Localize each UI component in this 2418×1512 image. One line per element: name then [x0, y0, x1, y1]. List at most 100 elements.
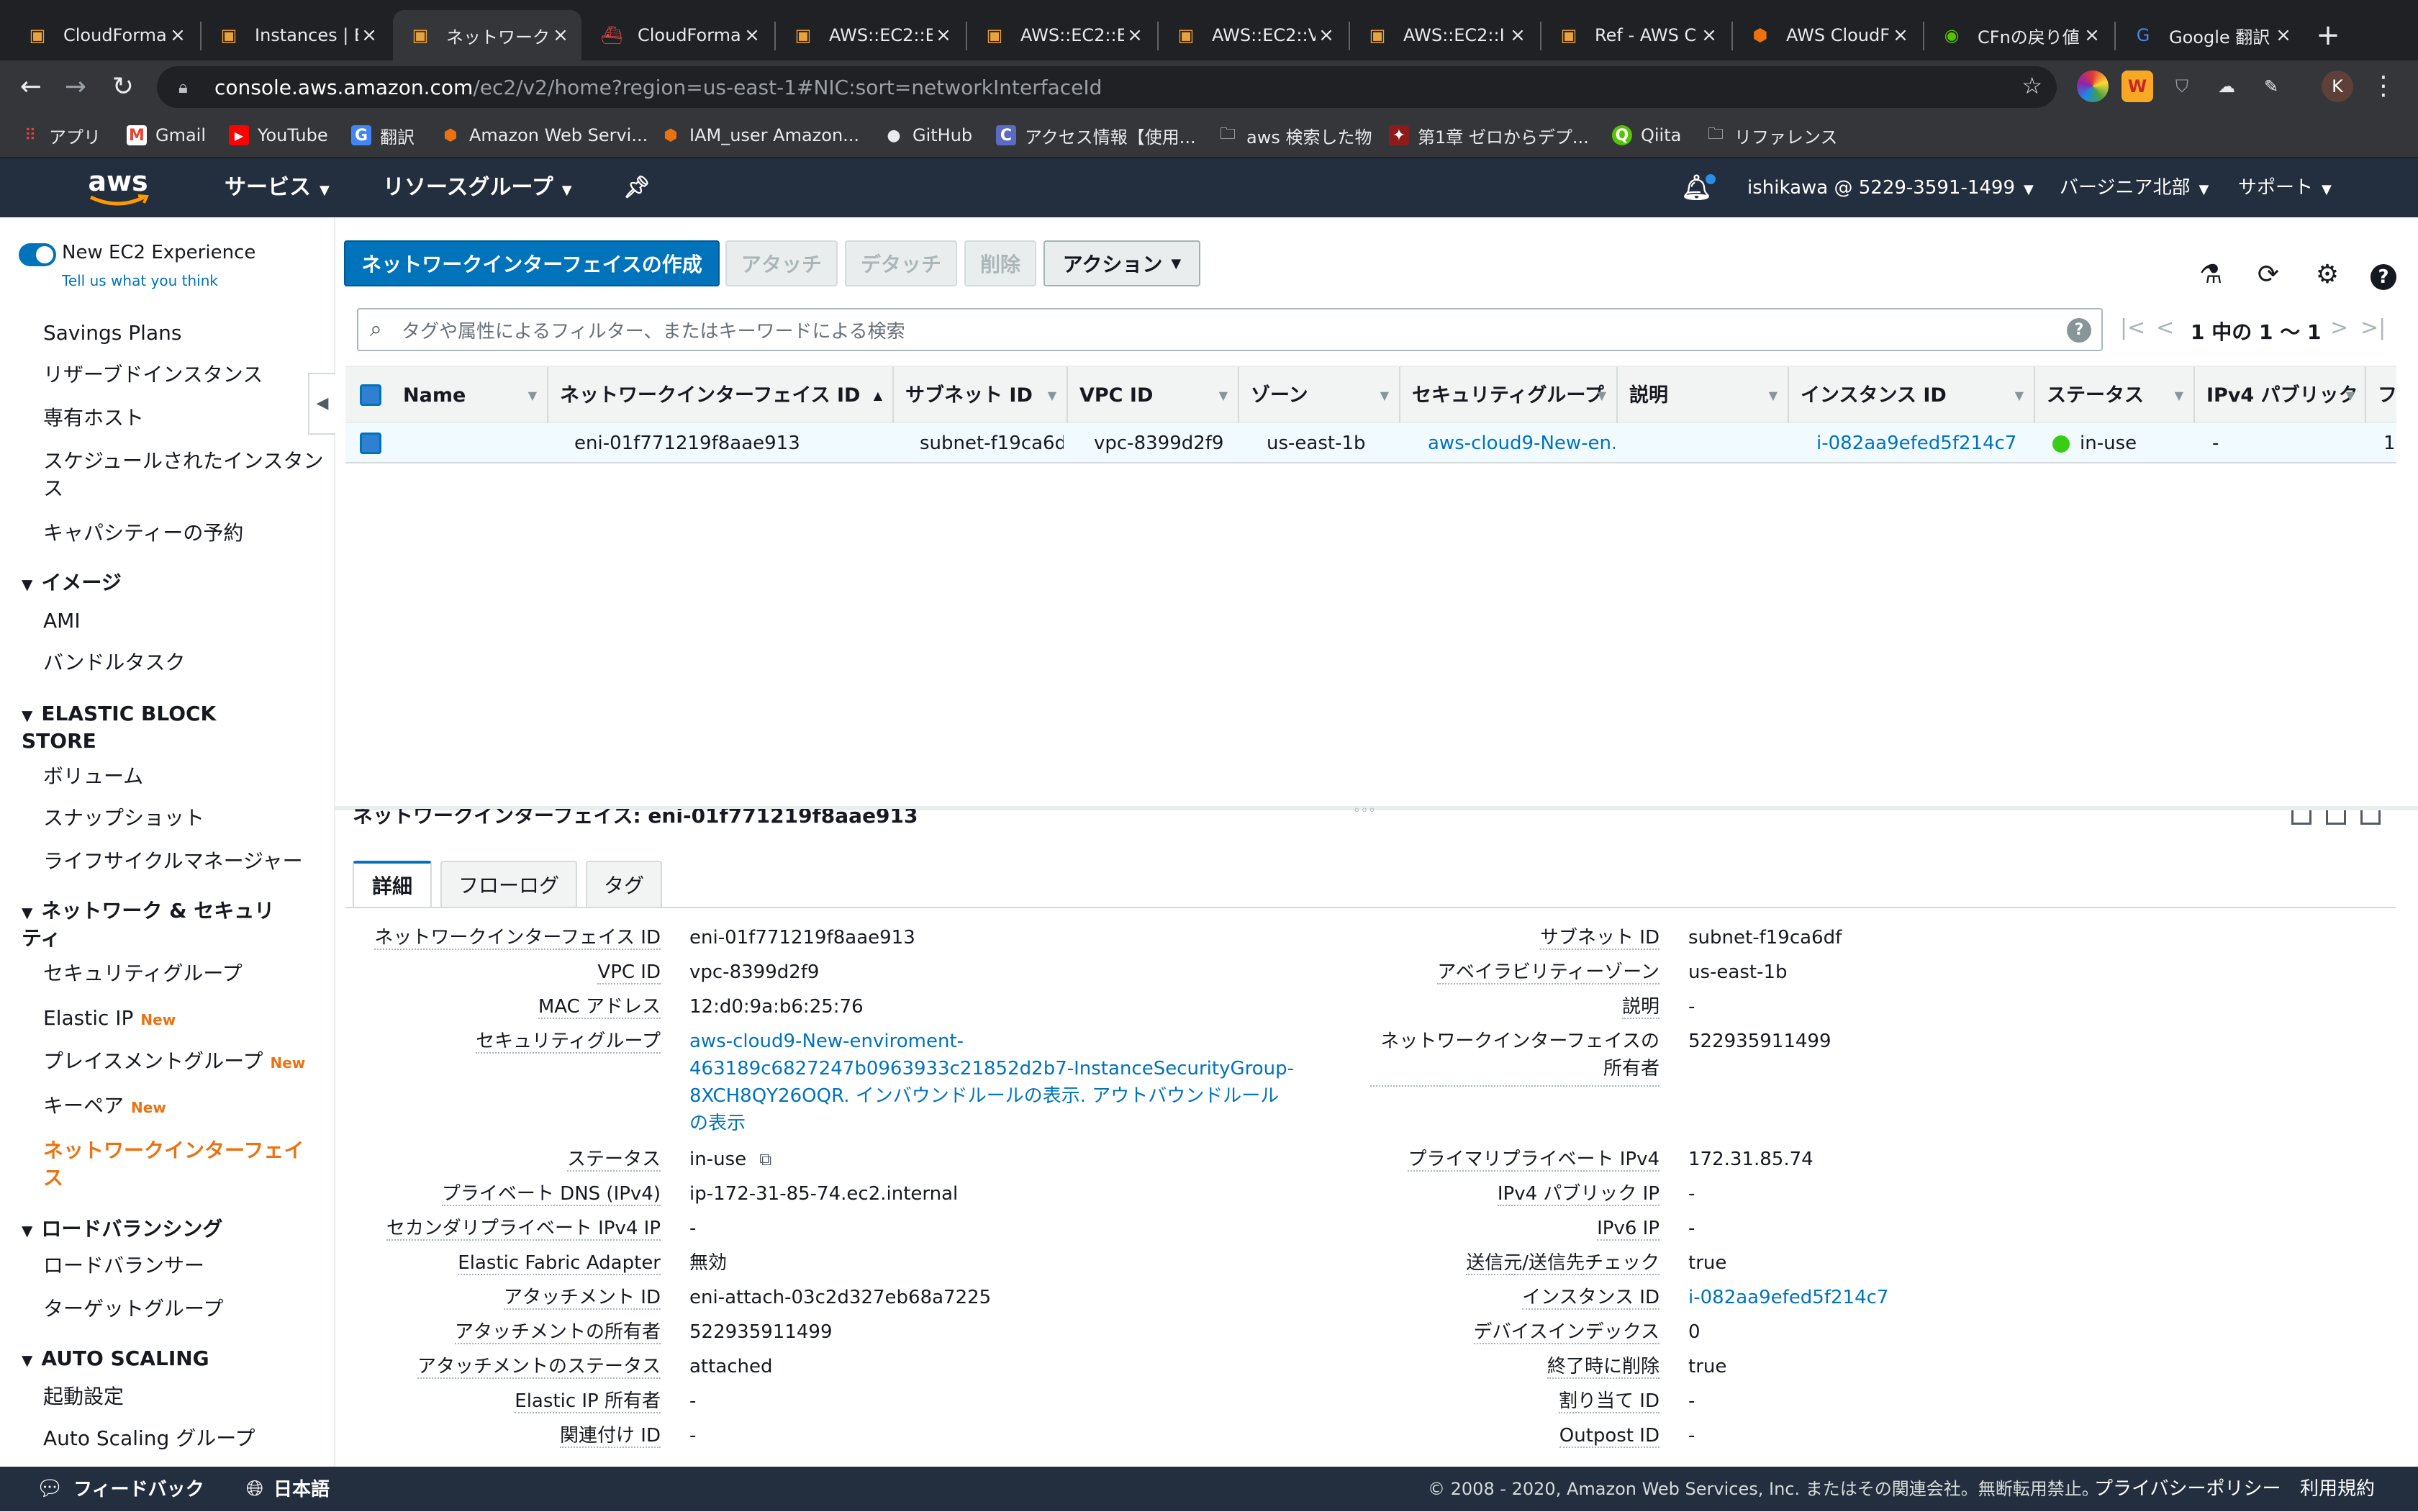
- actions-button[interactable]: アクション ▼: [1043, 240, 1200, 286]
- close-icon[interactable]: ×: [167, 24, 189, 46]
- cell-instance-id-link[interactable]: i-082aa9efed5f214c7: [1816, 423, 2032, 463]
- support-menu[interactable]: サポート ▼: [2238, 158, 2332, 217]
- bookmark-chapter1[interactable]: ✦ 第1章 ゼロからデプ...: [1389, 121, 1589, 150]
- pen-icon[interactable]: ✎: [2255, 71, 2287, 102]
- last-page-icon[interactable]: >|: [2360, 315, 2386, 340]
- bookmark-translate[interactable]: G 翻訳: [351, 121, 415, 150]
- bookmark-folder[interactable]: 🗀 aws 検索した物: [1218, 121, 1372, 150]
- close-icon[interactable]: ×: [2273, 24, 2294, 46]
- prev-page-icon[interactable]: <: [2156, 315, 2174, 340]
- reload-icon[interactable]: ↻: [105, 69, 141, 105]
- close-icon[interactable]: ×: [2081, 24, 2103, 46]
- attach-button[interactable]: アタッチ: [725, 240, 838, 286]
- column-header-ipv4-public[interactable]: IPv4 パブリック ▼: [2196, 367, 2366, 425]
- sidebar-item-elastic-ip[interactable]: Elastic IP New: [43, 1005, 324, 1033]
- column-header-eni-id[interactable]: ネットワークインターフェイス ID ▲: [550, 367, 894, 425]
- select-all-checkbox[interactable]: [360, 384, 381, 406]
- sidebar-section-network-security[interactable]: ▼ ネットワーク & セキュリティ: [22, 898, 281, 951]
- column-header-truncated[interactable]: フ: [2368, 367, 2396, 425]
- cell-security-group-link[interactable]: aws-cloud9-New-en...: [1428, 423, 1615, 463]
- tab-details[interactable]: 詳細: [353, 861, 432, 907]
- panel-minimize-icon[interactable]: [2291, 810, 2311, 825]
- feedback-button[interactable]: 💬︎ フィードバック: [36, 1467, 204, 1511]
- browser-tab[interactable]: ⛴ CloudForma ×: [584, 10, 773, 60]
- value-security-group-line2[interactable]: 463189c6827247b0963933c21852d2b7-Instanc…: [689, 1055, 1294, 1082]
- language-selector[interactable]: 🌐︎ 日本語: [246, 1467, 330, 1511]
- sidebar-section-images[interactable]: ▼ イメージ: [22, 570, 309, 597]
- browser-tab[interactable]: ◉ CFnの戻り値 ×: [1924, 10, 2113, 60]
- column-header-subnet-id[interactable]: サブネット ID ▼: [895, 367, 1068, 425]
- aws-logo[interactable]: aws: [85, 166, 151, 210]
- column-header-zone[interactable]: ゾーン ▼: [1241, 367, 1400, 425]
- column-header-name[interactable]: Name ▼: [393, 367, 548, 425]
- new-tab-icon[interactable]: +: [2310, 17, 2346, 53]
- close-icon[interactable]: ×: [1124, 24, 1146, 46]
- row-checkbox[interactable]: [360, 433, 381, 454]
- feedback-link[interactable]: Tell us what you think: [62, 272, 218, 289]
- profile-avatar[interactable]: K: [2322, 71, 2353, 102]
- help-icon[interactable]: ?: [2368, 259, 2399, 291]
- sidebar-section-auto-scaling[interactable]: ▼ AUTO SCALING: [22, 1346, 309, 1373]
- sidebar-item-target-groups[interactable]: ターゲットグループ: [43, 1295, 324, 1323]
- forward-arrow-icon[interactable]: →: [58, 69, 94, 105]
- sidebar-item-key-pairs[interactable]: キーペア New: [43, 1092, 324, 1121]
- browser-tab[interactable]: ▣ AWS::EC2::V ×: [1159, 10, 1347, 60]
- new-ec2-experience-toggle[interactable]: [19, 243, 56, 266]
- column-header-instance-id[interactable]: インスタンス ID ▼: [1790, 367, 2035, 425]
- gear-icon[interactable]: ⚙: [2311, 259, 2343, 291]
- sidebar-item-bundle-tasks[interactable]: バンドルタスク: [43, 649, 324, 676]
- value-instance-id-link[interactable]: i-082aa9efed5f214c7: [1688, 1284, 1888, 1311]
- close-icon[interactable]: ×: [1507, 24, 1529, 46]
- copy-icon[interactable]: ⧉: [759, 1149, 771, 1169]
- close-icon[interactable]: ×: [1698, 24, 1720, 46]
- cloud-icon[interactable]: ☁: [2211, 71, 2242, 102]
- sidebar-item-dedicated-hosts[interactable]: 専有ホスト: [43, 404, 324, 432]
- browser-tab[interactable]: ▣ Instances | E ×: [202, 10, 390, 60]
- bookmark-github[interactable]: ● GitHub: [884, 121, 972, 150]
- sidebar-item-savings-plans[interactable]: Savings Plans: [43, 320, 324, 347]
- bookmark-youtube[interactable]: ▶ YouTube: [229, 121, 328, 150]
- value-security-group-line3[interactable]: 8XCH8QY26OQR. インバウンドルールの表示. アウトバウンドルール: [689, 1082, 1279, 1110]
- column-header-security-group[interactable]: セキュリティグループ ▼: [1402, 367, 1618, 425]
- shield-icon[interactable]: ⛉: [2166, 71, 2198, 102]
- value-security-group-line4[interactable]: の表示: [689, 1110, 746, 1137]
- panel-split-icon[interactable]: [2326, 810, 2346, 825]
- close-icon[interactable]: ×: [358, 24, 380, 46]
- sidebar-section-ebs[interactable]: ▼ ELASTIC BLOCK STORE: [22, 701, 237, 754]
- sidebar-item-security-groups[interactable]: セキュリティグループ: [43, 960, 324, 987]
- filter-search-input[interactable]: ⌕ タグや属性によるフィルター、またはキーワードによる検索 ?: [357, 308, 2103, 351]
- sidebar-item-auto-scaling-groups[interactable]: Auto Scaling グループ: [43, 1425, 324, 1452]
- tab-tags[interactable]: タグ: [586, 861, 662, 907]
- browser-menu-icon[interactable]: ⋮: [2368, 71, 2399, 102]
- sidebar-item-launch-configurations[interactable]: 起動設定: [43, 1383, 324, 1411]
- sidebar-item-scheduled-instances[interactable]: スケジュールされたインスタンス: [43, 448, 324, 502]
- tab-flow-logs[interactable]: フローログ: [440, 861, 577, 907]
- value-security-group-line1[interactable]: aws-cloud9-New-enviroment-: [689, 1028, 964, 1055]
- bookmark-apps[interactable]: ⠿ アプリ: [20, 121, 101, 150]
- sidebar-item-lifecycle-manager[interactable]: ライフサイクルマネージャー: [43, 848, 324, 875]
- address-bar[interactable]: 🔒︎ console.aws.amazon.com/ec2/v2/home?re…: [157, 66, 2057, 108]
- privacy-policy-link[interactable]: プライバシーポリシー: [2094, 1467, 2281, 1511]
- back-arrow-icon[interactable]: ←: [13, 69, 49, 105]
- sidebar-item-load-balancers[interactable]: ロードバランサー: [43, 1252, 324, 1280]
- bookmark-iam[interactable]: ⬢ IAM_user Amazon...: [661, 121, 859, 150]
- sidebar-item-reserved-instances[interactable]: リザーブドインスタンス: [43, 361, 324, 389]
- sidebar-item-capacity-reservations[interactable]: キャパシティーの予約: [43, 520, 324, 547]
- collapse-sidebar-icon[interactable]: ◀: [308, 373, 335, 435]
- flask-icon[interactable]: ⚗: [2195, 259, 2227, 291]
- browser-tab[interactable]: ▣ AWS::EC2::E ×: [967, 10, 1156, 60]
- column-header-vpc-id[interactable]: VPC ID ▼: [1069, 367, 1239, 425]
- sidebar-section-load-balancing[interactable]: ▼ ロードバランシング: [22, 1216, 309, 1244]
- browser-tab[interactable]: ▣ CloudFormat ×: [10, 10, 199, 60]
- services-menu[interactable]: サービス ▼: [225, 158, 330, 217]
- resource-groups-menu[interactable]: リソースグループ ▼: [383, 158, 572, 217]
- column-header-status[interactable]: ステータス ▼: [2037, 367, 2195, 425]
- sidebar-item-placement-groups[interactable]: プレイスメントグループ New: [43, 1048, 324, 1077]
- sidebar-item-ami[interactable]: AMI: [43, 607, 324, 635]
- browser-tab[interactable]: G Google 翻訳 ×: [2116, 10, 2304, 60]
- delete-button[interactable]: 削除: [964, 240, 1036, 286]
- close-icon[interactable]: ×: [550, 24, 571, 46]
- browser-tab[interactable]: ▣ Ref - AWS C ×: [1541, 10, 1730, 60]
- first-page-icon[interactable]: |<: [2120, 315, 2145, 340]
- close-icon[interactable]: ×: [933, 24, 954, 46]
